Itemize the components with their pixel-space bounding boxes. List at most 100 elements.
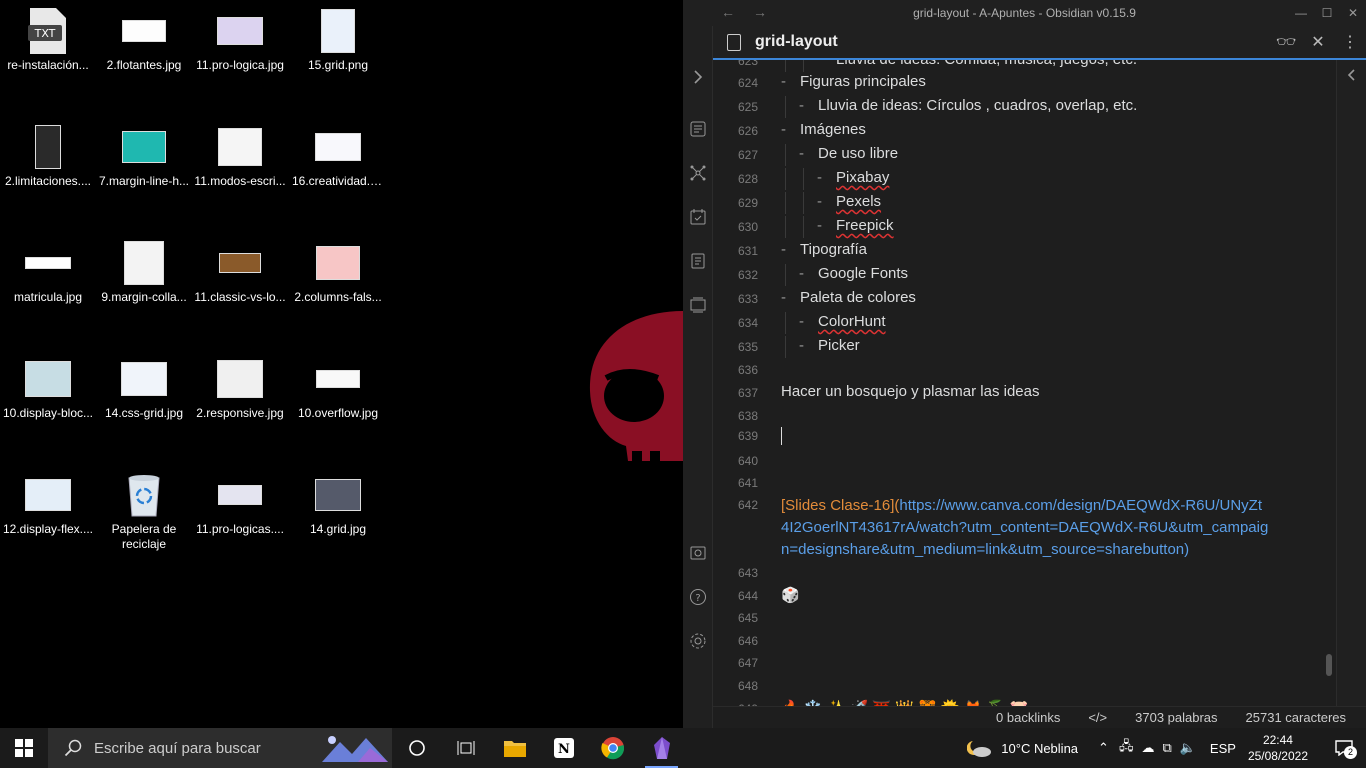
clock[interactable]: 22:44 25/08/2022 <box>1248 732 1308 764</box>
desktop-icon[interactable]: 11.pro-logica.jpg <box>192 2 288 102</box>
desktop-icon-label: 14.grid.jpg <box>309 522 367 536</box>
line-text[interactable]: Paleta de colores <box>800 289 916 306</box>
link-url-part-2[interactable]: 4I2GoerlNT43617rA/watch?utm_content=DAEQ… <box>781 517 1268 539</box>
line-text[interactable]: Tipografía <box>800 241 867 258</box>
maximize-button[interactable]: ☐ <box>1314 0 1340 26</box>
indent-guide <box>785 60 786 72</box>
line-text[interactable]: Imágenes <box>800 121 866 138</box>
line-text[interactable]: Hacer un bosquejo y plasmar las ideas <box>781 383 1039 400</box>
line-text[interactable]: 🎲 <box>781 586 800 604</box>
start-button[interactable] <box>0 728 48 768</box>
desktop-icon[interactable]: 10.display-bloc... <box>0 350 96 450</box>
image-thumbnail-icon <box>120 356 168 402</box>
close-window-button[interactable]: ✕ <box>1340 0 1366 26</box>
right-ribbon <box>1336 60 1366 706</box>
vault-icon[interactable] <box>689 544 707 562</box>
templates-icon[interactable] <box>689 252 707 270</box>
notifications-button[interactable]: 2 <box>1322 728 1366 768</box>
volume-icon[interactable]: 🔈 <box>1180 740 1196 756</box>
desktop-icon[interactable]: 2.columns-fals... <box>290 234 386 334</box>
title-bar: ←→ grid-layout - A-Apuntes - Obsidian v0… <box>683 0 1366 26</box>
switcher-icon[interactable] <box>689 120 707 138</box>
chrome-button[interactable] <box>588 728 637 768</box>
line-text[interactable]: Lluvia de ideas: Comida, música, juegos,… <box>836 60 1137 68</box>
help-icon[interactable]: ? <box>689 588 707 606</box>
reading-view-icon[interactable]: 👓︎ <box>1270 32 1302 52</box>
scrollbar-thumb[interactable] <box>1326 654 1332 676</box>
desktop-icon[interactable]: 2.limitaciones.... <box>0 118 96 218</box>
desktop-icon[interactable]: 16.creatividad.jpg <box>290 118 386 218</box>
desktop-icon[interactable]: 14.grid.jpg <box>290 466 386 566</box>
link-text[interactable]: Slides Clase-16 <box>785 497 890 514</box>
desktop-icon[interactable]: 14.css-grid.jpg <box>96 350 192 450</box>
desktop-icon[interactable]: Papelera de reciclaje <box>96 466 192 566</box>
backlinks-count[interactable]: 0 backlinks <box>996 710 1060 725</box>
line-text[interactable]: Pexels <box>836 193 881 210</box>
line-number: 628 <box>737 172 758 186</box>
meet-now-icon[interactable]: ⧉ <box>1162 740 1171 756</box>
link-url-part-1[interactable]: https://www.canva.com/design/DAEQWdX-R6U… <box>899 497 1262 514</box>
close-note-icon[interactable]: ✕ <box>1302 32 1334 52</box>
line-text[interactable]: Freepick <box>836 217 894 234</box>
image-thumbnail-icon <box>216 240 264 286</box>
obsidian-button[interactable] <box>637 728 686 768</box>
nav-arrows[interactable]: ←→ <box>721 4 785 20</box>
line-text[interactable]: Pixabay <box>836 169 889 186</box>
editor-line: 628 - Pixabay <box>713 168 1354 190</box>
indent-guide <box>785 96 786 118</box>
settings-gear-icon[interactable] <box>689 632 707 650</box>
indent-guide <box>803 60 804 72</box>
slides-icon[interactable] <box>689 296 707 314</box>
desktop-icon[interactable]: 2.responsive.jpg <box>192 350 288 450</box>
line-text[interactable]: Google Fonts <box>818 265 908 282</box>
line-number: 633 <box>737 292 758 306</box>
desktop-icon[interactable]: matricula.jpg <box>0 234 96 334</box>
link-url-part-3[interactable]: n=designshare&utm_medium=link&utm_source… <box>781 539 1268 561</box>
desktop-icon-label: 2.responsive.jpg <box>196 406 284 420</box>
line-text[interactable]: ColorHunt <box>818 313 886 330</box>
list-bullet: - <box>799 97 804 114</box>
daily-note-icon[interactable] <box>689 208 707 226</box>
taskbar-search[interactable]: Escribe aquí para buscar <box>48 728 392 768</box>
line-text[interactable]: Lluvia de ideas: Círculos , cuadros, ove… <box>818 97 1137 114</box>
chevron-up-icon[interactable]: ⌃ <box>1098 740 1109 756</box>
desktop-icon[interactable]: 9.margin-colla... <box>96 234 192 334</box>
widgets-button[interactable] <box>441 728 490 768</box>
line-text[interactable]: Picker <box>818 337 860 354</box>
editor[interactable]: 623 Lluvia de ideas: Comida, música, jueg… <box>713 60 1354 706</box>
desktop-icon[interactable]: 11.modos-escri... <box>192 118 288 218</box>
desktop-icon[interactable]: 11.classic-vs-lo... <box>192 234 288 334</box>
weather-text[interactable]: 10°C Neblina <box>1001 741 1078 756</box>
line-text[interactable]: Figuras principales <box>800 73 926 90</box>
desktop-icon-label: 2.flotantes.jpg <box>106 58 182 72</box>
weather-icon[interactable] <box>967 737 993 759</box>
line-number: 642 <box>737 498 758 512</box>
desktop-icon[interactable]: 11.pro-logicas.... <box>192 466 288 566</box>
image-thumbnail-icon <box>314 8 362 54</box>
desktop-icon[interactable]: 12.display-flex.... <box>0 466 96 566</box>
desktop-icon[interactable]: 2.flotantes.jpg <box>96 2 192 102</box>
expand-sidebar-icon[interactable] <box>689 68 707 86</box>
collapse-right-icon[interactable] <box>1345 68 1359 82</box>
editor-line: 647 <box>713 652 1354 674</box>
desktop-icon[interactable]: TXT re-instalación... <box>0 2 96 102</box>
notion-icon: N <box>553 738 574 758</box>
notion-button[interactable]: N <box>539 728 588 768</box>
language-indicator[interactable]: ESP <box>1210 741 1236 756</box>
desktop-icon[interactable]: 10.overflow.jpg <box>290 350 386 450</box>
line-text[interactable]: De uso libre <box>818 145 898 162</box>
graph-view-icon[interactable] <box>689 164 707 182</box>
file-explorer-button[interactable] <box>490 728 539 768</box>
line-number: 635 <box>737 340 758 354</box>
note-title[interactable]: grid-layout <box>755 33 1270 51</box>
task-view-button[interactable] <box>392 728 441 768</box>
onedrive-icon[interactable]: ☁ <box>1141 740 1154 756</box>
network-icon[interactable]: 🖧 <box>1119 737 1134 759</box>
minimize-button[interactable]: — <box>1288 0 1314 26</box>
more-options-icon[interactable]: ⋮ <box>1334 32 1366 52</box>
desktop-icon[interactable]: 15.grid.png <box>290 2 386 102</box>
desktop-icon[interactable]: 7.margin-line-h... <box>96 118 192 218</box>
source-mode-icon[interactable]: </> <box>1088 710 1107 725</box>
line-text[interactable]: 🔥 ❄️ ✨ 🚀 ⛩️ 👑 🐯 🌞 🦊 🍒 🐷 <box>781 699 1028 706</box>
desktop-icon-label: 9.margin-colla... <box>101 290 187 304</box>
